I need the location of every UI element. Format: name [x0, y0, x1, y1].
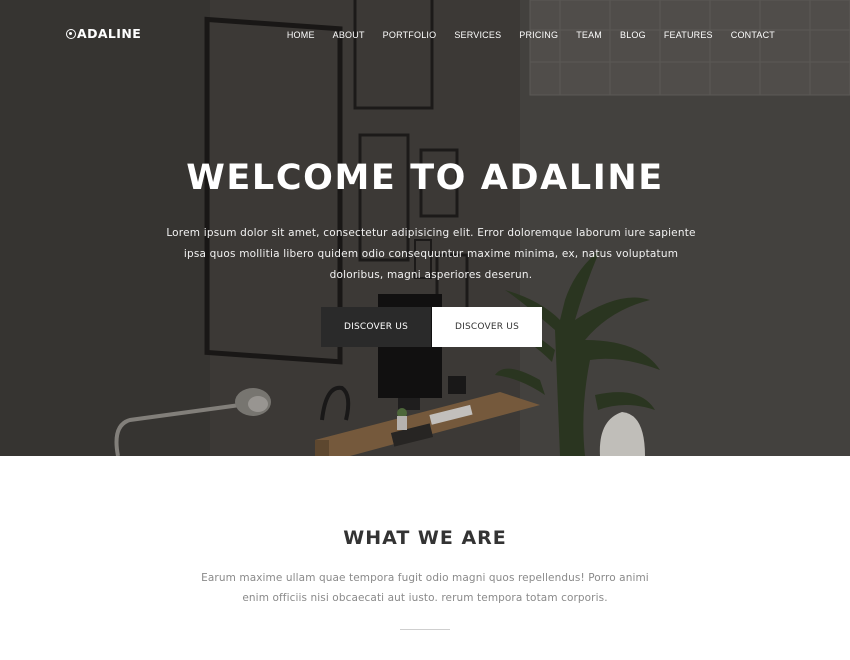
navbar: ADALINE HOME ABOUT PORTFOLIO SERVICES PR…: [0, 0, 850, 70]
logo-icon: [66, 28, 76, 39]
section-title: WHAT WE ARE: [343, 527, 507, 549]
nav-item-home[interactable]: HOME: [278, 30, 324, 40]
nav-item-team[interactable]: TEAM: [567, 30, 611, 40]
logo-text: ADALINE: [77, 26, 142, 41]
nav-item-about[interactable]: ABOUT: [324, 30, 374, 40]
nav-item-blog[interactable]: BLOG: [611, 30, 655, 40]
discover-us-button-primary[interactable]: DISCOVER US: [321, 307, 431, 347]
what-we-are-section: WHAT WE ARE Earum maxime ullam quae temp…: [0, 456, 850, 660]
hero-section: ADALINE HOME ABOUT PORTFOLIO SERVICES PR…: [0, 0, 850, 456]
nav-item-features[interactable]: FEATURES: [655, 30, 722, 40]
nav-item-services[interactable]: SERVICES: [445, 30, 510, 40]
logo[interactable]: ADALINE: [66, 26, 141, 41]
main-menu: HOME ABOUT PORTFOLIO SERVICES PRICING TE…: [278, 30, 775, 40]
nav-item-pricing[interactable]: PRICING: [510, 30, 567, 40]
nav-item-contact[interactable]: CONTACT: [722, 30, 775, 40]
nav-item-portfolio[interactable]: PORTFOLIO: [374, 30, 446, 40]
hero-title: WELCOME TO ADALINE: [186, 158, 664, 198]
section-description: Earum maxime ullam quae tempora fugit od…: [201, 572, 649, 604]
section-divider: [400, 629, 450, 630]
hero-description: Lorem ipsum dolor sit amet, consectetur …: [166, 227, 696, 281]
discover-us-button-secondary[interactable]: DISCOVER US: [432, 307, 542, 347]
